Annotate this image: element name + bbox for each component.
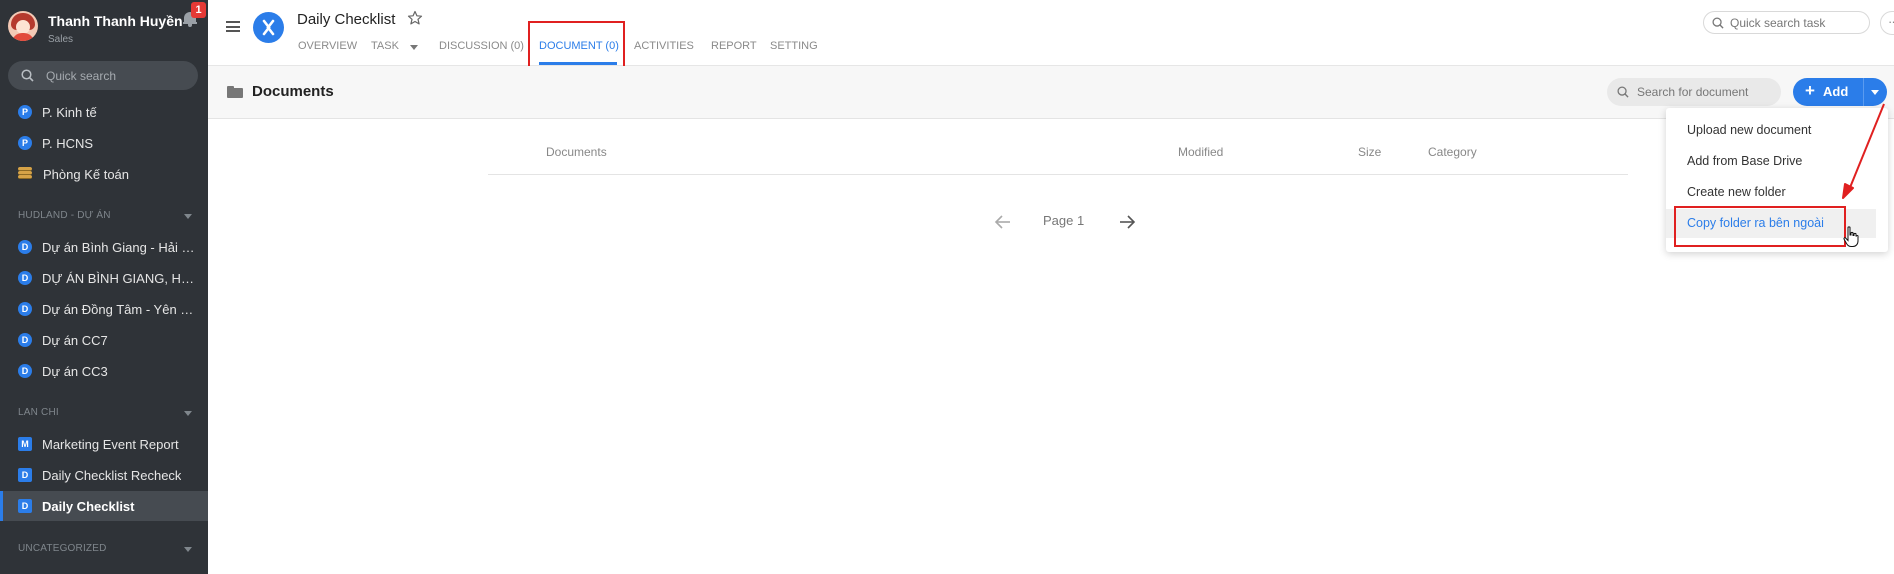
avatar[interactable] xyxy=(8,11,38,41)
sidebar-item-binh-giang[interactable]: D Dự án Bình Giang - Hải D... xyxy=(0,232,208,262)
sidebar-item-label: Dự án Đồng Tâm - Yên Bái xyxy=(42,301,197,317)
tab-discussion[interactable]: DISCUSSION (0) xyxy=(439,40,524,52)
sidebar-item-label: Phòng Kế toán xyxy=(43,166,130,182)
caret-down-icon[interactable] xyxy=(184,411,192,416)
section-header-uncategorized[interactable]: UNCATEGORIZED xyxy=(18,543,198,557)
sidebar-item-p-kinh-te[interactable]: P P. Kinh tế xyxy=(0,97,208,127)
add-button[interactable]: + Add xyxy=(1793,78,1887,106)
sidebar-item-label: Daily Checklist Recheck xyxy=(42,467,182,483)
tab-setting[interactable]: SETTING xyxy=(770,40,818,52)
notification-badge[interactable]: 1 xyxy=(191,2,206,18)
menu-icon[interactable] xyxy=(226,21,240,32)
caret-down-icon[interactable] xyxy=(184,214,192,219)
highlight-box-menu-item xyxy=(1674,206,1846,247)
add-button-label: Add xyxy=(1823,84,1849,99)
documents-toolbar: Documents + Add xyxy=(208,66,1894,119)
sidebar-item-label: P. HCNS xyxy=(42,135,94,151)
project-badge: P xyxy=(18,105,32,119)
sidebar-item-label: DỰ ÁN BÌNH GIANG, HẢI ... xyxy=(42,270,197,286)
more-options-button[interactable]: ··· xyxy=(1880,11,1894,35)
hand-cursor-icon xyxy=(1843,226,1859,247)
column-header-size[interactable]: Size xyxy=(1358,145,1381,159)
project-badge: D xyxy=(18,240,32,254)
user-role: Sales xyxy=(48,34,74,45)
search-icon xyxy=(21,69,34,82)
menu-item-upload-document[interactable]: Upload new document xyxy=(1666,116,1888,145)
section-header-hudland[interactable]: HUDLAND - DỰ ÁN xyxy=(18,210,198,224)
column-header-modified[interactable]: Modified xyxy=(1178,145,1223,159)
page-title: Daily Checklist xyxy=(297,11,396,28)
sidebar-search-input[interactable] xyxy=(46,61,186,90)
project-badge: D xyxy=(18,271,32,285)
section-title: LAN CHI xyxy=(18,407,59,418)
menu-item-add-from-base-drive[interactable]: Add from Base Drive xyxy=(1666,147,1888,176)
sidebar-item-label: Dự án CC3 xyxy=(42,363,108,379)
document-search[interactable] xyxy=(1607,78,1781,106)
section-header-lan-chi[interactable]: LAN CHI xyxy=(18,407,198,421)
project-badge: D xyxy=(18,333,32,347)
sidebar-search[interactable] xyxy=(8,61,198,90)
page-indicator: Page 1 xyxy=(1043,213,1085,228)
column-header-category[interactable]: Category xyxy=(1428,145,1477,159)
sidebar-item-binh-giang-hai[interactable]: D DỰ ÁN BÌNH GIANG, HẢI ... xyxy=(0,263,208,293)
task-search[interactable] xyxy=(1703,11,1870,34)
chevron-down-icon[interactable] xyxy=(410,45,418,50)
project-badge: P xyxy=(18,136,32,150)
project-logo-icon xyxy=(262,19,275,36)
search-icon xyxy=(1712,17,1724,29)
project-header: Daily Checklist OVERVIEW TASK DISCUSSION… xyxy=(208,0,1894,77)
tab-overview[interactable]: OVERVIEW xyxy=(298,40,357,52)
sidebar-item-label: Dự án CC7 xyxy=(42,332,108,348)
tab-task[interactable]: TASK xyxy=(371,40,399,52)
chevron-down-icon[interactable] xyxy=(1871,90,1879,95)
documents-title: Documents xyxy=(252,83,334,100)
project-badge: D xyxy=(18,302,32,316)
sidebar-item-daily-checklist[interactable]: D Daily Checklist xyxy=(0,491,208,521)
user-name[interactable]: Thanh Thanh Huyền xyxy=(48,13,183,29)
sidebar-item-cc7[interactable]: D Dự án CC7 xyxy=(0,325,208,355)
project-logo xyxy=(253,12,284,43)
sidebar-item-label: Daily Checklist xyxy=(42,498,135,514)
star-icon[interactable] xyxy=(407,10,423,26)
project-badge: M xyxy=(18,437,32,451)
project-badge: D xyxy=(18,468,32,482)
column-header-documents[interactable]: Documents xyxy=(546,145,607,159)
sidebar: Thanh Thanh Huyền Sales 1 P P. Kinh tế P… xyxy=(0,0,208,574)
section-title: HUDLAND - DỰ ÁN xyxy=(18,210,111,221)
project-badge: D xyxy=(18,499,32,513)
task-search-input[interactable] xyxy=(1730,12,1862,33)
tab-report[interactable]: REPORT xyxy=(711,40,757,52)
project-badge: D xyxy=(18,364,32,378)
folder-icon xyxy=(227,86,243,98)
sidebar-item-label: Dự án Bình Giang - Hải D... xyxy=(42,239,197,255)
table-divider xyxy=(488,174,1628,175)
sidebar-item-phong-ke-toan[interactable]: Phòng Kế toán xyxy=(0,159,208,189)
sidebar-item-marketing-event-report[interactable]: M Marketing Event Report xyxy=(0,429,208,459)
sidebar-item-dong-tam[interactable]: D Dự án Đồng Tâm - Yên Bái xyxy=(0,294,208,324)
arrow-right-icon[interactable] xyxy=(1118,214,1136,230)
user-block[interactable]: Thanh Thanh Huyền Sales xyxy=(0,0,208,50)
plus-icon: + xyxy=(1805,81,1815,100)
sidebar-item-label: P. Kinh tế xyxy=(42,104,97,120)
search-icon xyxy=(1617,86,1629,98)
sidebar-item-p-hcns[interactable]: P P. HCNS xyxy=(0,128,208,158)
coins-icon xyxy=(18,167,34,181)
arrow-left-icon[interactable] xyxy=(994,214,1012,230)
sidebar-item-cc3[interactable]: D Dự án CC3 xyxy=(0,356,208,386)
tab-activities[interactable]: ACTIVITIES xyxy=(634,40,694,52)
section-title: UNCATEGORIZED xyxy=(18,543,107,554)
caret-down-icon[interactable] xyxy=(184,547,192,552)
sidebar-item-daily-checklist-recheck[interactable]: D Daily Checklist Recheck xyxy=(0,460,208,490)
menu-item-create-folder[interactable]: Create new folder xyxy=(1666,178,1888,207)
sidebar-item-label: Marketing Event Report xyxy=(42,436,179,452)
document-search-input[interactable] xyxy=(1637,78,1773,106)
